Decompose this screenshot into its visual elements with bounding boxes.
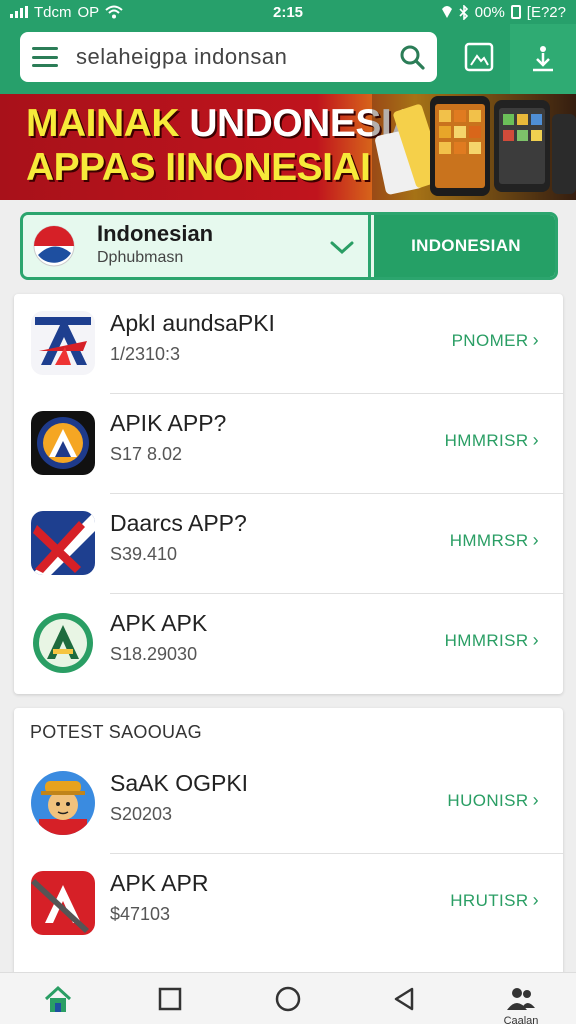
language-confirm-button[interactable]: INDONESIAN <box>374 215 555 277</box>
search-bar[interactable] <box>20 32 437 82</box>
chevron-right-icon: › <box>532 330 539 350</box>
chevron-right-icon: › <box>532 430 539 450</box>
signal-icon <box>10 6 28 18</box>
back-icon <box>394 987 414 1011</box>
back-button[interactable] <box>386 981 422 1017</box>
app-icon-badge <box>31 411 95 475</box>
app-action-label: HMMRISR <box>444 630 529 650</box>
language-subtitle: Dphubmasn <box>97 249 184 266</box>
recents-button[interactable] <box>152 981 188 1017</box>
app-icon-red-a <box>31 871 95 935</box>
app-size: S20203 <box>110 804 173 824</box>
home-system-button[interactable] <box>270 981 306 1017</box>
app-row[interactable]: APIK APP? S17 8.02 HMMRISR › <box>14 394 563 494</box>
app-action[interactable]: HMMRISR › <box>445 430 539 451</box>
app-action-label: HUONISR <box>447 790 529 810</box>
language-title: Indonesian <box>97 221 214 246</box>
app-row[interactable]: SaAK OGPKI S20203 HUONISR › <box>14 754 563 854</box>
chevron-right-icon: › <box>532 630 539 650</box>
image-icon[interactable] <box>462 40 496 74</box>
people-button[interactable] <box>503 981 539 1017</box>
carrier-extra: OP <box>77 3 100 21</box>
app-name: APK APK <box>110 610 208 636</box>
app-row[interactable]: ApkI aundsaPKI 1/2310:3 PNOMER › <box>14 294 563 394</box>
section-card: POTEST SAOOUAG SaAK OGPKI S20203 HUONISR… <box>14 708 563 978</box>
search-input[interactable] <box>76 44 399 70</box>
app-icon-a-logo <box>31 311 95 375</box>
app-size: 1/2310:3 <box>110 344 181 364</box>
app-size: $47103 <box>110 904 171 924</box>
bottom-nav: Caalan <box>0 972 576 1024</box>
app-row[interactable]: APK APK S18.29030 HMMRISR › <box>14 594 563 694</box>
app-name: APIK APP? <box>110 410 227 436</box>
bluetooth-icon <box>459 4 468 20</box>
app-action-label: PNOMER <box>451 330 529 350</box>
app-size: S39.410 <box>110 544 178 564</box>
app-row[interactable]: Daarcs APP? S39.410 HMMRSR › <box>14 494 563 594</box>
app-action[interactable]: PNOMER › <box>452 330 539 351</box>
menu-icon[interactable] <box>32 47 58 67</box>
square-icon <box>158 987 182 1011</box>
people-icon <box>507 988 535 1010</box>
banner-line-1: MAINAK UNDONESIA <box>26 102 419 146</box>
app-list-card: ApkI aundsaPKI 1/2310:3 PNOMER › APIK APP… <box>14 294 563 694</box>
app-icon-character <box>31 771 95 835</box>
app-size: S17 8.02 <box>110 444 183 464</box>
app-name: APK APR <box>110 870 209 896</box>
app-name: ApkI aundsaPKI <box>110 310 275 336</box>
app-action[interactable]: HUONISR › <box>447 790 539 811</box>
app-icon-a-circle <box>31 611 95 675</box>
app-action[interactable]: HRUTISR › <box>450 890 539 911</box>
battery-percent: 00% <box>474 3 505 21</box>
app-action-label: HMMRISR <box>444 430 529 450</box>
battery-icon <box>510 5 521 19</box>
banner-line-2: APPAS IINONESIAI <box>26 146 371 189</box>
wifi-icon <box>105 5 123 19</box>
language-option-indonesian[interactable]: Indonesian Dphubmasn <box>23 215 371 277</box>
home-icon <box>44 985 72 1012</box>
search-icon[interactable] <box>399 44 425 70</box>
promo-banner[interactable]: MAINAK UNDONESIA APPAS IINONESIAI <box>0 94 576 200</box>
app-icon-cross <box>31 511 95 575</box>
circle-icon <box>275 986 301 1012</box>
app-action-label: HMMRSR <box>449 530 529 550</box>
nav-label: Caalan <box>503 1015 539 1024</box>
chevron-right-icon: › <box>532 530 539 550</box>
location-icon <box>441 6 452 18</box>
app-action-label: HRUTISR <box>450 890 529 910</box>
check-icon <box>330 241 354 255</box>
download-button[interactable] <box>510 24 576 94</box>
app-bar <box>0 24 576 94</box>
home-button[interactable] <box>40 981 76 1017</box>
banner-line-1-yellow: MAINAK <box>26 102 179 145</box>
download-icon <box>533 46 553 72</box>
chevron-right-icon: › <box>532 790 539 810</box>
app-name: Daarcs APP? <box>110 510 247 536</box>
status-extra: [E?2? <box>526 3 566 21</box>
app-size: S18.29030 <box>110 644 198 664</box>
phones-illustration <box>372 94 576 200</box>
language-selector: Indonesian Dphubmasn INDONESIAN <box>20 212 558 280</box>
flag-icon <box>33 225 75 267</box>
app-name: SaAK OGPKI <box>110 770 249 796</box>
app-action[interactable]: HMMRISR › <box>445 630 539 651</box>
status-bar: Tdcm OP 2:15 00% [E?2? <box>0 0 576 24</box>
chevron-right-icon: › <box>532 890 539 910</box>
app-action[interactable]: HMMRSR › <box>450 530 539 551</box>
carrier-label: Tdcm <box>34 3 72 21</box>
section-heading: POTEST SAOOUAG <box>30 722 202 742</box>
app-row[interactable]: APK APR $47103 HRUTISR › <box>14 854 563 954</box>
